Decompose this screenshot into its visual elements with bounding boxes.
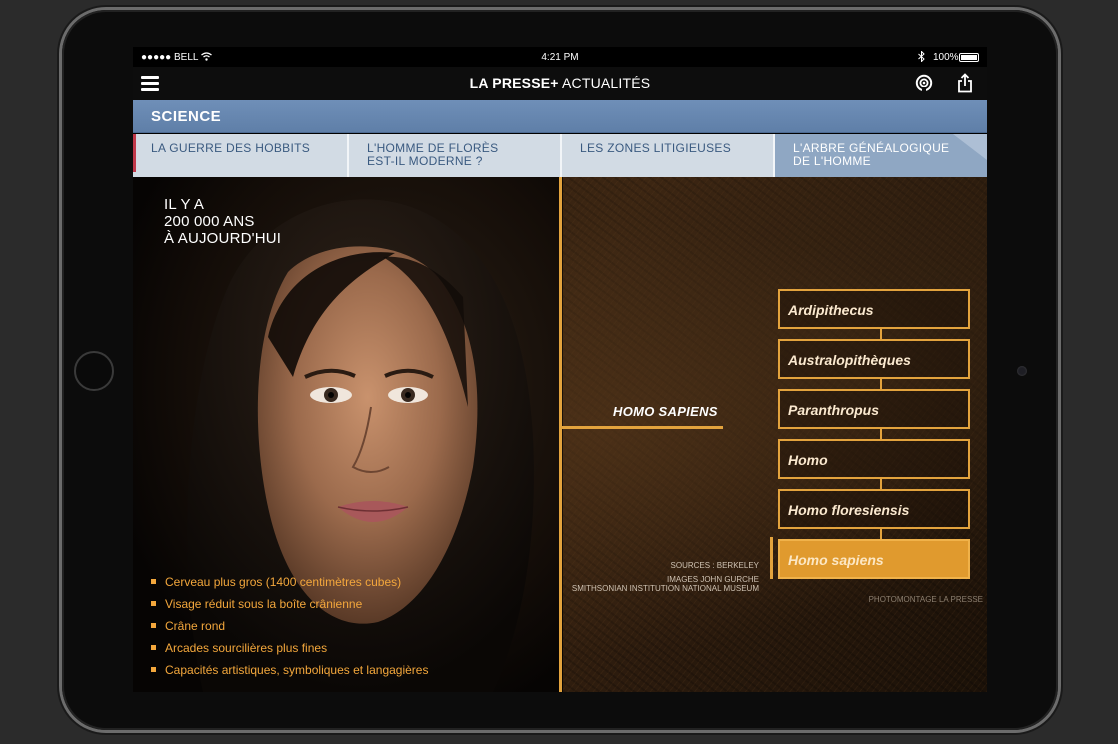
tab-guerre-des-hobbits[interactable]: LA GUERRE DES HOBBITS <box>133 134 349 177</box>
sources-line: SMITHSONIAN INSTITUTION NATIONAL MUSEUM <box>571 584 759 593</box>
genus-homo[interactable]: Homo <box>778 439 970 491</box>
brand-name: LA PRESSE+ <box>469 75 559 91</box>
article-tabs: LA GUERRE DES HOBBITS L'HOMME DE FLORÈS … <box>133 134 987 177</box>
tab-indicator <box>133 134 136 172</box>
genus-paranthropus[interactable]: Paranthropus <box>778 389 970 441</box>
genus-label: Homo floresiensis <box>788 502 910 518</box>
genus-label: Paranthropus <box>788 402 880 418</box>
branch-label: HOMO SAPIENS <box>613 404 718 419</box>
section-bar: SCIENCE <box>133 100 987 133</box>
headline-line: IL Y A <box>164 196 205 213</box>
feature-item: Cerveau plus gros (1400 centimètres cube… <box>151 575 428 589</box>
feature-item: Arcades sourcilières plus fines <box>151 641 428 655</box>
photo-credit: PHOTOMONTAGE LA PRESSE <box>868 595 983 604</box>
bullet-icon <box>151 645 156 650</box>
genus-label: Ardipithecus <box>788 302 874 318</box>
headline-line: 200 000 ANS <box>164 213 255 230</box>
active-genus-marker <box>770 537 773 579</box>
sources-line: SOURCES : BERKELEY <box>670 561 759 570</box>
bullet-icon <box>151 667 156 672</box>
bullet-icon <box>151 623 156 628</box>
battery-icon <box>959 53 979 62</box>
feature-item: Crâne rond <box>151 619 428 633</box>
headline: IL Y A 200 000 ANS À AUJOURD'HUI <box>164 196 281 247</box>
battery-percent: 100% <box>933 52 959 63</box>
tab-homme-de-flores[interactable]: L'HOMME DE FLORÈS EST-IL MODERNE ? <box>349 134 562 177</box>
status-bar: ●●●●● BELL 4:21 PM 100% <box>133 47 987 67</box>
sources-credit: SOURCES : BERKELEY IMAGES JOHN GURCHE SM… <box>553 561 759 593</box>
tree-trunk-line <box>559 177 562 692</box>
genus-homo-floresiensis[interactable]: Homo floresiensis <box>778 489 970 541</box>
feature-item: Capacités artistiques, symboliques et la… <box>151 663 428 677</box>
home-button[interactable] <box>74 351 114 391</box>
feature-text: Capacités artistiques, symboliques et la… <box>165 663 429 677</box>
podcast-icon[interactable] <box>915 74 933 92</box>
feature-text: Visage réduit sous la boîte crânienne <box>165 597 363 611</box>
tab-zones-litigieuses[interactable]: LES ZONES LITIGIEUSES <box>562 134 775 177</box>
genus-label: Homo <box>788 452 828 468</box>
feature-text: Crâne rond <box>165 619 226 633</box>
tab-label-line2: EST-IL MODERNE ? <box>367 154 483 168</box>
headline-line: À AUJOURD'HUI <box>164 230 282 247</box>
status-time: 4:21 PM <box>541 52 579 63</box>
tree-branch-line <box>561 426 723 429</box>
genus-label: Homo sapiens <box>788 552 884 568</box>
share-icon[interactable] <box>957 73 973 93</box>
feature-text: Cerveau plus gros (1400 centimètres cube… <box>165 575 402 589</box>
brand-section: ACTUALITÉS <box>558 75 651 91</box>
tab-arbre-genealogique[interactable]: L'ARBRE GÉNÉALOGIQUE DE L'HOMME <box>775 134 987 177</box>
camera-icon <box>1017 366 1027 376</box>
feature-list: Cerveau plus gros (1400 centimètres cube… <box>151 575 428 685</box>
bullet-icon <box>151 601 156 606</box>
genus-homo-sapiens[interactable]: Homo sapiens <box>778 539 970 579</box>
section-title: SCIENCE <box>151 108 222 125</box>
brand-title: LA PRESSE+ ACTUALITÉS <box>133 75 987 91</box>
feature-text: Arcades sourcilières plus fines <box>165 641 328 655</box>
app-bar: LA PRESSE+ ACTUALITÉS <box>133 67 987 100</box>
screen: ●●●●● BELL 4:21 PM 100% LA PRESSE+ ACTUA… <box>133 47 987 692</box>
feature-item: Visage réduit sous la boîte crânienne <box>151 597 428 611</box>
sources-line: IMAGES JOHN GURCHE <box>666 575 759 584</box>
tab-label-line2: DE L'HOMME <box>793 154 871 168</box>
genus-australopitheques[interactable]: Australopithèques <box>778 339 970 391</box>
tab-label: LA GUERRE DES HOBBITS <box>151 141 311 155</box>
tab-label: LES ZONES LITIGIEUSES <box>580 141 732 155</box>
bluetooth-icon <box>918 51 925 62</box>
genus-label: Australopithèques <box>788 352 911 368</box>
article-content: IL Y A 200 000 ANS À AUJOURD'HUI Cerveau… <box>133 177 987 692</box>
genus-ardipithecus[interactable]: Ardipithecus <box>778 289 970 341</box>
bullet-icon <box>151 579 156 584</box>
